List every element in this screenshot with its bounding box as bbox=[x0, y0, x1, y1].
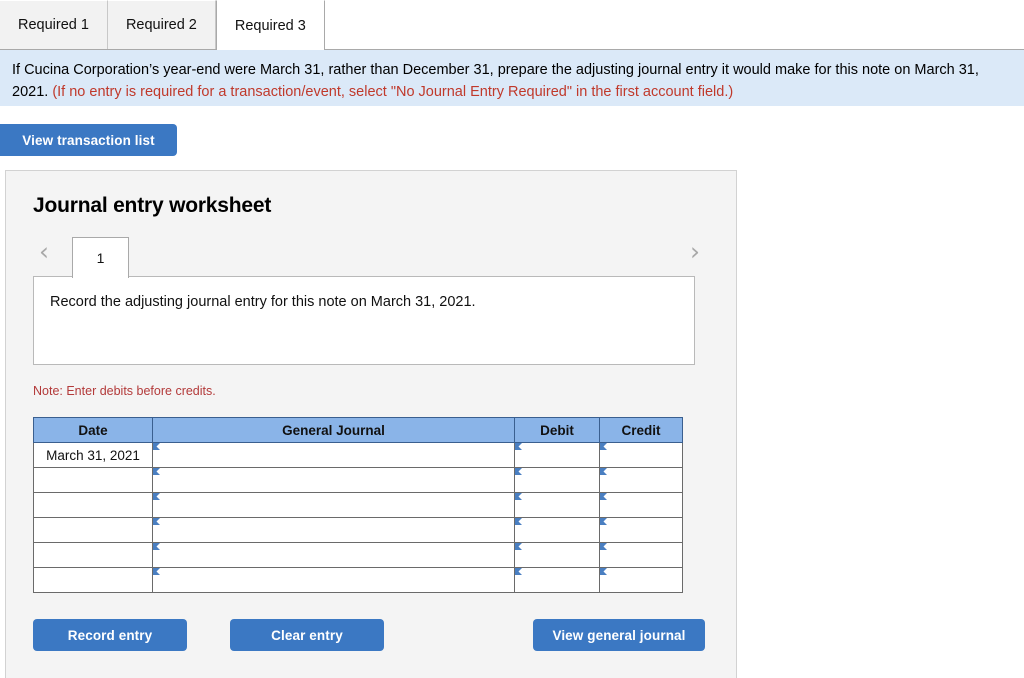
cell-general-journal-row-5[interactable] bbox=[152, 567, 515, 593]
dropdown-marker-icon bbox=[600, 493, 607, 500]
table-row bbox=[33, 542, 683, 568]
tab-required-3-label: Required 3 bbox=[234, 17, 306, 34]
worksheet-page-tab-1-label: 1 bbox=[96, 250, 105, 266]
worksheet-description-text: Record the adjusting journal entry for t… bbox=[50, 294, 476, 310]
cell-credit-row-4[interactable] bbox=[599, 542, 683, 568]
table-row bbox=[33, 467, 683, 493]
cell-debit-row-3[interactable] bbox=[514, 517, 600, 543]
view-general-journal-button[interactable]: View general journal bbox=[533, 619, 705, 651]
table-row bbox=[33, 492, 683, 518]
record-entry-button[interactable]: Record entry bbox=[33, 619, 187, 651]
cell-general-journal-row-1[interactable] bbox=[152, 467, 515, 493]
dropdown-marker-icon bbox=[153, 518, 160, 525]
dropdown-marker-icon bbox=[600, 568, 607, 575]
view-general-journal-label: View general journal bbox=[552, 627, 686, 643]
clear-entry-button[interactable]: Clear entry bbox=[230, 619, 384, 651]
cell-debit-row-1[interactable] bbox=[514, 467, 600, 493]
dropdown-marker-icon bbox=[600, 468, 607, 475]
tab-required-3[interactable]: Required 3 bbox=[215, 0, 325, 50]
view-transaction-list-label: View transaction list bbox=[22, 132, 155, 148]
dropdown-marker-icon bbox=[600, 543, 607, 550]
cell-general-journal-row-0[interactable] bbox=[152, 442, 515, 468]
cell-general-journal-row-4[interactable] bbox=[152, 542, 515, 568]
cell-date-row-2[interactable] bbox=[33, 492, 153, 518]
cell-date-row-0[interactable]: March 31, 2021 bbox=[33, 442, 153, 468]
worksheet-pager: ‹ 1 › bbox=[33, 233, 713, 278]
dropdown-marker-icon bbox=[153, 493, 160, 500]
dropdown-marker-icon bbox=[515, 443, 522, 450]
worksheet-description-box: Record the adjusting journal entry for t… bbox=[33, 276, 695, 365]
journal-entry-table: Date General Journal Debit Credit March … bbox=[33, 417, 683, 593]
tab-required-2-label: Required 2 bbox=[125, 17, 197, 33]
cell-debit-row-4[interactable] bbox=[514, 542, 600, 568]
instruction-note-text: (If no entry is required for a transacti… bbox=[52, 84, 734, 100]
table-row bbox=[33, 517, 683, 543]
instruction-banner: If Cucina Corporation’s year-end were Ma… bbox=[0, 50, 1024, 106]
dropdown-marker-icon bbox=[515, 493, 522, 500]
worksheet-page-tab-1[interactable]: 1 bbox=[72, 237, 129, 278]
view-transaction-list-button[interactable]: View transaction list bbox=[0, 124, 177, 156]
tab-required-2[interactable]: Required 2 bbox=[107, 0, 216, 49]
journal-table-header-row: Date General Journal Debit Credit bbox=[33, 417, 683, 443]
dropdown-marker-icon bbox=[153, 443, 160, 450]
dropdown-marker-icon bbox=[515, 568, 522, 575]
table-row: March 31, 2021 bbox=[33, 442, 683, 468]
cell-general-journal-row-2[interactable] bbox=[152, 492, 515, 518]
cell-credit-row-2[interactable] bbox=[599, 492, 683, 518]
cell-credit-row-3[interactable] bbox=[599, 517, 683, 543]
cell-credit-row-5[interactable] bbox=[599, 567, 683, 593]
chevron-left-icon[interactable]: ‹ bbox=[39, 238, 49, 266]
cell-general-journal-row-3[interactable] bbox=[152, 517, 515, 543]
tab-required-1[interactable]: Required 1 bbox=[0, 0, 108, 49]
cell-date-row-4[interactable] bbox=[33, 542, 153, 568]
worksheet-debit-credit-note: Note: Enter debits before credits. bbox=[33, 384, 216, 398]
dropdown-marker-icon bbox=[600, 518, 607, 525]
dropdown-marker-icon bbox=[153, 568, 160, 575]
table-row bbox=[33, 567, 683, 593]
dropdown-marker-icon bbox=[515, 468, 522, 475]
worksheet-title: Journal entry worksheet bbox=[33, 194, 272, 217]
clear-entry-label: Clear entry bbox=[271, 627, 343, 643]
column-header-general-journal: General Journal bbox=[152, 417, 515, 443]
cell-credit-row-0[interactable] bbox=[599, 442, 683, 468]
column-header-date: Date bbox=[33, 417, 153, 443]
tab-strip-filler bbox=[324, 0, 1024, 49]
dropdown-marker-icon bbox=[153, 543, 160, 550]
dropdown-marker-icon bbox=[515, 518, 522, 525]
cell-date-row-5[interactable] bbox=[33, 567, 153, 593]
chevron-right-icon[interactable]: › bbox=[690, 238, 700, 266]
column-header-credit: Credit bbox=[599, 417, 683, 443]
cell-debit-row-2[interactable] bbox=[514, 492, 600, 518]
cell-credit-row-1[interactable] bbox=[599, 467, 683, 493]
cell-date-row-1[interactable] bbox=[33, 467, 153, 493]
dropdown-marker-icon bbox=[600, 443, 607, 450]
dropdown-marker-icon bbox=[515, 543, 522, 550]
cell-debit-row-5[interactable] bbox=[514, 567, 600, 593]
record-entry-label: Record entry bbox=[67, 627, 153, 643]
tab-required-1-label: Required 1 bbox=[18, 17, 89, 33]
cell-debit-row-0[interactable] bbox=[514, 442, 600, 468]
dropdown-marker-icon bbox=[153, 468, 160, 475]
journal-entry-worksheet-panel: Journal entry worksheet ‹ 1 › Record the… bbox=[5, 170, 737, 678]
cell-date-row-3[interactable] bbox=[33, 517, 153, 543]
tab-strip: Required 1 Required 2 Required 3 bbox=[0, 0, 1024, 50]
column-header-debit: Debit bbox=[514, 417, 600, 443]
